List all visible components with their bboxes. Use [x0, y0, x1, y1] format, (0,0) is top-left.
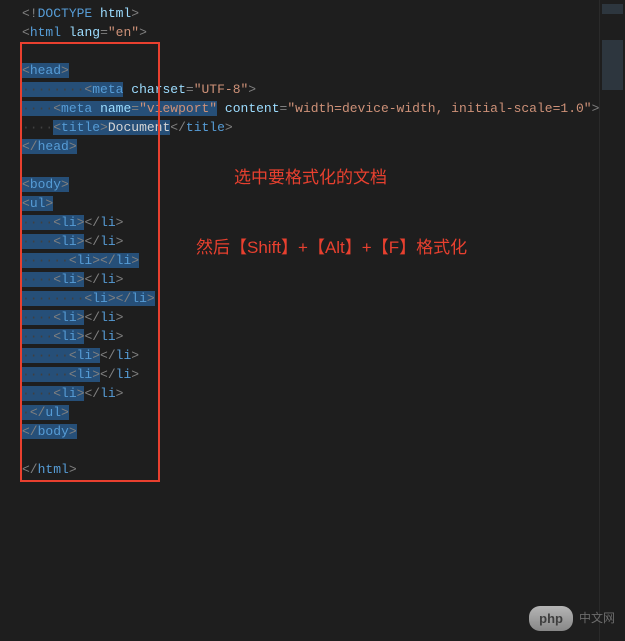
code-line[interactable]: ····<meta name="viewport" content="width… — [22, 99, 599, 118]
code-line[interactable]: ····<li></li> — [22, 270, 599, 289]
code-line[interactable]: <html lang="en"> — [22, 23, 599, 42]
code-line[interactable]: ····<li></li> — [22, 384, 599, 403]
watermark-text: 中文网 — [579, 609, 615, 628]
code-line[interactable] — [22, 441, 599, 460]
code-line[interactable]: ········<meta charset="UTF-8"> — [22, 80, 599, 99]
code-line[interactable]: ······<li></li> — [22, 365, 599, 384]
code-line[interactable]: ····<li></li> — [22, 327, 599, 346]
code-line[interactable]: <!DOCTYPE html> — [22, 4, 599, 23]
code-line[interactable]: ····<li></li> — [22, 308, 599, 327]
editor-wrap: <!DOCTYPE html> <html lang="en"> <head> … — [0, 0, 625, 641]
code-line[interactable]: </body> — [22, 422, 599, 441]
minimap-region — [602, 40, 623, 90]
code-line[interactable]: <head> — [22, 61, 599, 80]
code-line[interactable]: <ul> — [22, 194, 599, 213]
minimap-region — [602, 4, 623, 14]
watermark-badge: php — [529, 606, 573, 631]
annotation-text-1: 选中要格式化的文档 — [234, 168, 387, 187]
code-line[interactable] — [22, 42, 599, 61]
code-line[interactable]: </head> — [22, 137, 599, 156]
code-editor[interactable]: <!DOCTYPE html> <html lang="en"> <head> … — [0, 0, 599, 641]
code-line[interactable]: ····<li></li> — [22, 213, 599, 232]
code-line[interactable]: ········<li></li> — [22, 289, 599, 308]
code-line[interactable]: ·</ul> — [22, 403, 599, 422]
code-line[interactable]: ······<li></li> — [22, 346, 599, 365]
code-line[interactable]: ····<title>Document</title> — [22, 118, 599, 137]
watermark: php 中文网 — [529, 606, 615, 631]
minimap[interactable] — [599, 0, 625, 641]
code-line[interactable]: </html> — [22, 460, 599, 479]
annotation-text-2: 然后【Shift】+【Alt】+【F】格式化 — [196, 238, 467, 257]
